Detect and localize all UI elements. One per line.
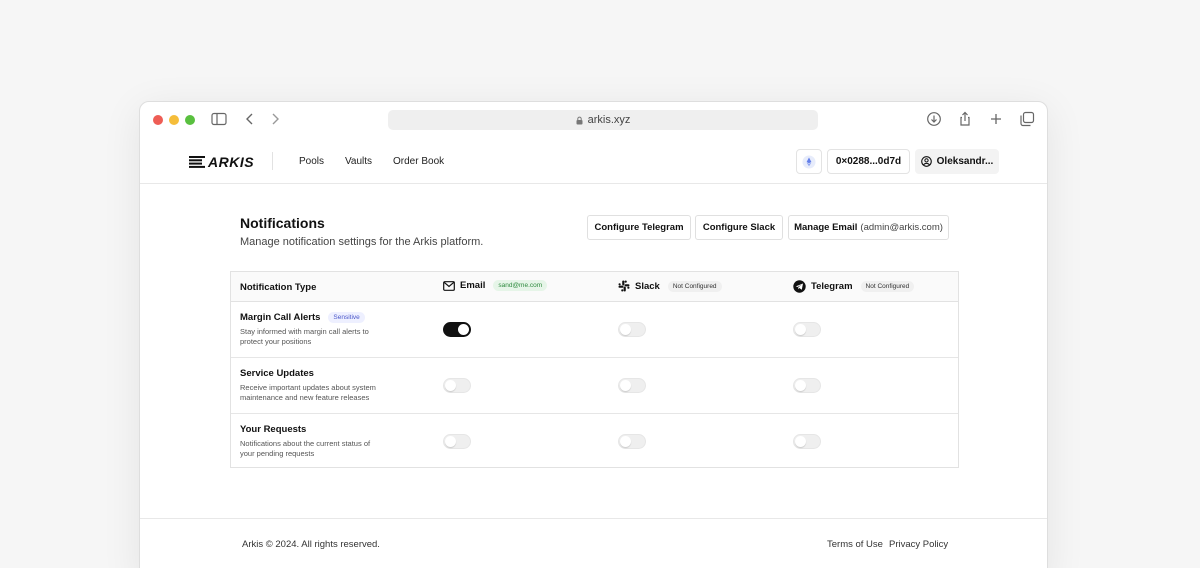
service-updates-slack-toggle[interactable] [618, 378, 646, 393]
slack-status-badge: Not Configured [667, 280, 722, 292]
wallet-address-button[interactable]: 0×0288...0d7d [827, 149, 910, 174]
manage-email-label: Manage Email [794, 222, 858, 233]
page-footer: Arkis © 2024. All rights reserved. Terms… [140, 518, 1047, 568]
back-icon[interactable] [242, 111, 260, 129]
slack-column-label: Slack [635, 280, 660, 292]
nav-link-order-book[interactable]: Order Book [393, 156, 444, 167]
telegram-status-badge: Not Configured [860, 281, 915, 292]
table-row: Margin Call Alerts Sensitive Stay inform… [231, 302, 958, 358]
your-requests-telegram-toggle[interactable] [793, 434, 821, 449]
service-updates-title: Service Updates [240, 368, 314, 379]
user-name: Oleksandr... [936, 156, 994, 167]
browser-toolbar: arkis.xyz [140, 102, 1047, 138]
your-requests-email-toggle[interactable] [443, 434, 471, 449]
table-row: Service Updates Receive important update… [231, 358, 958, 414]
page-subtitle: Manage notification settings for the Ark… [240, 236, 484, 248]
margin-call-slack-toggle[interactable] [618, 322, 646, 337]
app-navbar: ARKIS Pools Vaults Order Book 0×0288...0… [140, 138, 1047, 184]
page-title: Notifications [240, 215, 325, 231]
maximize-window-button[interactable] [185, 115, 195, 125]
row-description: Notifications about the current status o… [240, 439, 371, 458]
notification-type-header: Notification Type [240, 282, 317, 293]
new-tab-icon[interactable] [988, 111, 1006, 129]
margin-call-alerts-title: Margin Call Alerts [240, 312, 321, 323]
manage-email-button[interactable]: Manage Email (admin@arkis.com) [788, 215, 949, 240]
lock-icon [576, 116, 583, 124]
minimize-window-button[interactable] [169, 115, 179, 125]
row-title: Service Updates [240, 368, 314, 379]
close-window-button[interactable] [153, 115, 163, 125]
notification-settings-table: Notification Type Email sand@me.com Slac… [230, 271, 959, 468]
row-description: Receive important updates about system m… [240, 383, 376, 402]
url-text: arkis.xyz [587, 114, 631, 126]
table-header: Notification Type Email sand@me.com Slac… [231, 272, 958, 302]
service-updates-email-toggle[interactable] [443, 378, 471, 393]
manage-email-address: (admin@arkis.com) [860, 222, 943, 233]
configure-slack-label: Configure Slack [702, 222, 776, 233]
address-bar[interactable]: arkis.xyz [388, 110, 818, 130]
nav-link-vaults[interactable]: Vaults [345, 156, 372, 167]
user-menu-button[interactable]: Oleksandr... [915, 149, 999, 174]
email-column-label: Email [460, 280, 486, 291]
configure-slack-button[interactable]: Configure Slack [695, 215, 783, 240]
configure-telegram-button[interactable]: Configure Telegram [587, 215, 691, 240]
slack-column-header: Slack Not Configured [618, 280, 722, 292]
download-icon[interactable] [926, 111, 944, 129]
your-requests-title: Your Requests [240, 424, 307, 435]
row-description: Stay informed with margin call alerts to… [240, 327, 369, 346]
margin-call-telegram-toggle[interactable] [793, 322, 821, 337]
ethereum-icon [802, 155, 816, 168]
table-row: Your Requests Notifications about the cu… [231, 414, 958, 470]
sensitive-badge: Sensitive [328, 312, 365, 323]
telegram-column-label: Telegram [811, 281, 853, 292]
terms-of-use-link[interactable]: Terms of Use [827, 539, 883, 550]
share-icon[interactable] [957, 111, 975, 129]
network-button[interactable] [796, 149, 822, 174]
telegram-icon [793, 280, 806, 293]
configure-telegram-label: Configure Telegram [594, 222, 684, 233]
browser-window: arkis.xyz ARKIS Pools Vaults Order Book … [139, 101, 1048, 568]
arkis-logo-icon [189, 156, 205, 168]
user-icon [920, 156, 932, 167]
email-address-badge: sand@me.com [493, 280, 548, 291]
your-requests-slack-toggle[interactable] [618, 434, 646, 449]
row-title: Margin Call Alerts Sensitive [240, 312, 365, 323]
mail-icon [443, 280, 455, 291]
telegram-column-header: Telegram Not Configured [793, 280, 915, 293]
sidebar-icon[interactable] [211, 111, 229, 129]
privacy-policy-link[interactable]: Privacy Policy [889, 539, 948, 550]
nav-divider [272, 152, 273, 170]
email-column-header: Email sand@me.com [443, 280, 548, 291]
tabs-overview-icon[interactable] [1019, 111, 1037, 129]
service-updates-telegram-toggle[interactable] [793, 378, 821, 393]
arkis-logo[interactable]: ARKIS [189, 154, 254, 170]
wallet-address: 0×0288...0d7d [835, 156, 902, 167]
row-title: Your Requests [240, 424, 306, 435]
slack-icon [618, 280, 630, 292]
nav-link-pools[interactable]: Pools [299, 156, 324, 167]
logo-text: ARKIS [208, 154, 255, 170]
forward-icon[interactable] [267, 111, 285, 129]
footer-copyright: Arkis © 2024. All rights reserved. [242, 539, 380, 550]
margin-call-email-toggle[interactable] [443, 322, 471, 337]
